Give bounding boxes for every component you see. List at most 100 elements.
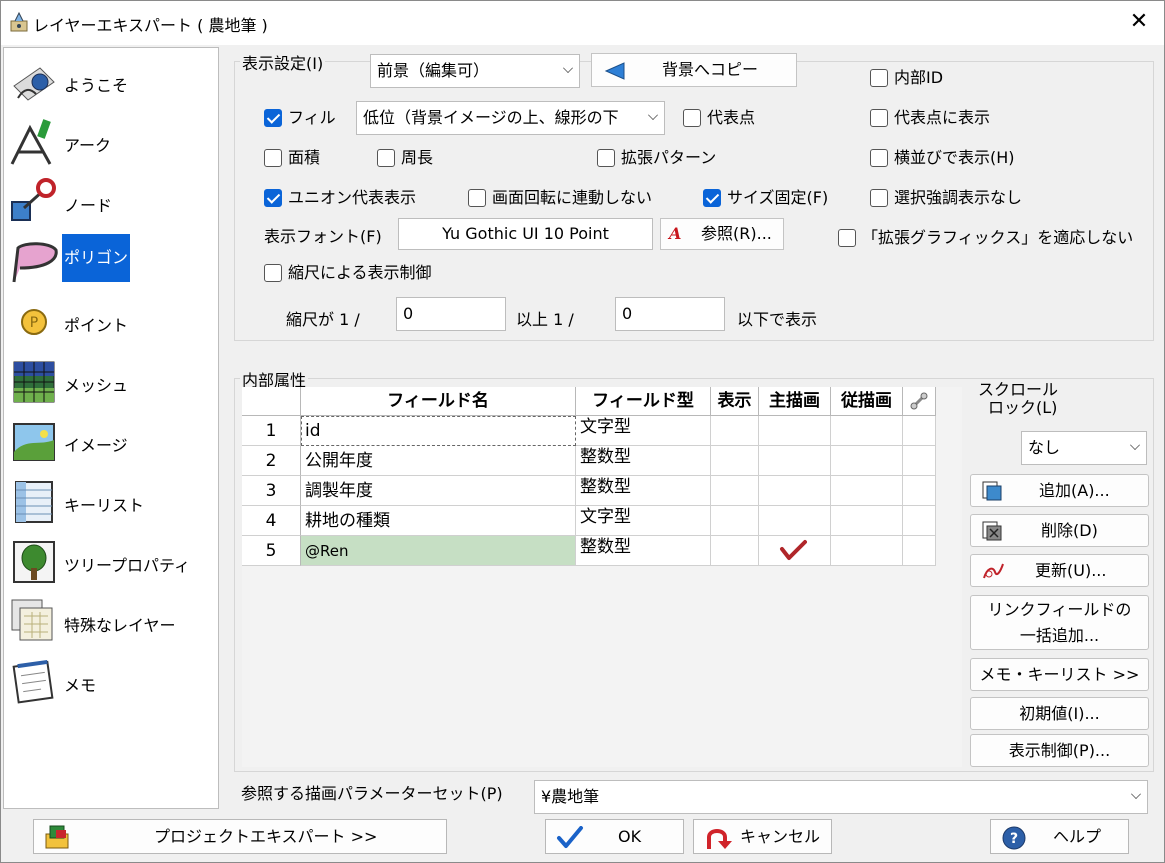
sidebar-item-arc[interactable]: アーク [4, 114, 218, 170]
fill-checkbox[interactable]: フィル [264, 107, 336, 129]
no-ext-graphics-checkbox[interactable]: 「拡張グラフィックス」を適応しない [838, 227, 1133, 249]
table-cell-name[interactable]: @Ren [301, 536, 576, 566]
horizontal-checkbox[interactable]: 横並びで表示(H) [870, 147, 1015, 169]
column-header-link[interactable] [903, 387, 936, 416]
cancel-button[interactable]: キャンセル [693, 819, 832, 854]
sidebar-item-mesh[interactable]: メッシュ [4, 354, 218, 410]
column-header-type[interactable]: フィールド型 [576, 387, 711, 416]
sidebar-item-welcome[interactable]: ようこそ [4, 54, 218, 110]
table-cell-display[interactable] [711, 446, 759, 476]
table-cell-link[interactable] [903, 476, 936, 506]
no-highlight-checkbox[interactable]: 選択強調表示なし [870, 187, 1022, 209]
table-cell-main-draw[interactable] [759, 506, 831, 536]
table-cell-sub-draw[interactable] [831, 416, 903, 446]
sidebar-item-tree[interactable]: ツリープロパティ [4, 534, 218, 590]
column-header-sub-draw[interactable]: 従描画 [831, 387, 903, 416]
table-cell-type[interactable]: 整数型 [576, 446, 711, 476]
delete-field-button[interactable]: 削除(D) [970, 514, 1149, 547]
internal-id-checkbox[interactable]: 内部ID [870, 67, 943, 89]
table-cell-sub-draw[interactable] [831, 476, 903, 506]
param-set-label: 参照する描画パラメーターセット(P) [241, 784, 503, 803]
ok-button[interactable]: OK [545, 819, 684, 854]
font-field[interactable]: Yu Gothic UI 10 Point [398, 218, 653, 250]
sidebar-item-polygon[interactable]: ポリゴン [4, 234, 218, 290]
help-button[interactable]: ? ヘルプ [990, 819, 1129, 854]
sidebar-item-memo[interactable]: メモ [4, 654, 218, 710]
table-cell-name[interactable]: id [301, 416, 576, 446]
ext-pattern-checkbox[interactable]: 拡張パターン [597, 147, 716, 169]
table-cell-main-draw[interactable] [759, 416, 831, 446]
table-cell-display[interactable] [711, 536, 759, 566]
window-title: レイヤーエキスパート ( 農地筆 ) [33, 16, 268, 35]
layer-select[interactable]: 前景（編集可） [370, 54, 580, 88]
browse-font-button[interactable]: A 参照(R)... [660, 218, 784, 250]
sidebar-item-label: 特殊なレイヤー [64, 616, 176, 635]
union-rep-label: ユニオン代表表示 [288, 188, 417, 207]
link-fields-label-2: 一括追加... [1019, 626, 1100, 645]
table-cell-main-draw[interactable] [759, 476, 831, 506]
table-cell-name[interactable]: 公開年度 [301, 446, 576, 476]
table-cell-type[interactable]: 文字型 [576, 416, 711, 446]
attribute-grid[interactable]: フィールド名 フィールド型 表示 主描画 従描画 1 id 文字型 2 公開年度… [242, 387, 962, 767]
horizontal-label: 横並びで表示(H) [894, 148, 1015, 167]
sidebar-item-special-layer[interactable]: 特殊なレイヤー [4, 594, 218, 650]
union-rep-checkbox[interactable]: ユニオン代表表示 [264, 187, 416, 209]
table-cell-sub-draw[interactable] [831, 536, 903, 566]
sidebar-item-point[interactable]: P ポイント [4, 294, 218, 350]
table-cell-link[interactable] [903, 446, 936, 476]
close-icon[interactable]: ✕ [1128, 9, 1150, 35]
rep-point-checkbox[interactable]: 代表点 [683, 107, 755, 129]
update-field-button[interactable]: 更新(U)... [970, 554, 1149, 587]
table-cell-name[interactable]: 耕地の種類 [301, 506, 576, 536]
link-fields-button[interactable]: リンクフィールドの 一括追加... [970, 595, 1149, 650]
table-cell-main-draw[interactable] [759, 536, 831, 566]
copy-to-background-button[interactable]: 背景へコピー [591, 53, 797, 87]
table-cell-display[interactable] [711, 416, 759, 446]
sidebar-item-label: ノード [64, 196, 113, 215]
table-cell-type[interactable]: 整数型 [576, 476, 711, 506]
table-cell-type[interactable]: 文字型 [576, 506, 711, 536]
table-cell-sub-draw[interactable] [831, 446, 903, 476]
column-header-name[interactable]: フィールド名 [301, 387, 576, 416]
column-header-display[interactable]: 表示 [711, 387, 759, 416]
row-number: 4 [242, 506, 301, 536]
table-cell-main-draw[interactable] [759, 446, 831, 476]
table-cell-link[interactable] [903, 506, 936, 536]
scale-control-checkbox[interactable]: 縮尺による表示制御 [264, 262, 432, 284]
table-cell-type[interactable]: 整数型 [576, 536, 711, 566]
add-field-button[interactable]: 追加(A)... [970, 474, 1149, 507]
mesh-icon [13, 361, 55, 403]
scale-min-field[interactable]: 0 [396, 297, 506, 331]
no-ext-graphics-label: 「拡張グラフィックス」を適応しない [862, 228, 1134, 247]
display-control-button[interactable]: 表示制御(P)... [970, 734, 1149, 767]
update-field-label: 更新(U)... [1035, 561, 1107, 580]
scale-max-field[interactable]: 0 [615, 297, 725, 331]
perimeter-label: 周長 [401, 148, 434, 167]
sidebar-item-image[interactable]: イメージ [4, 414, 218, 470]
area-checkbox[interactable]: 面積 [264, 147, 320, 169]
project-expert-button[interactable]: プロジェクトエキスパート >> [33, 819, 447, 854]
welcome-icon [13, 67, 55, 101]
fill-order-select[interactable]: 低位（背景イメージの上、線形の下 [356, 101, 665, 135]
perimeter-checkbox[interactable]: 周長 [377, 147, 433, 169]
show-at-rep-checkbox[interactable]: 代表点に表示 [870, 107, 990, 129]
param-set-select[interactable]: ¥農地筆 [534, 780, 1148, 814]
sidebar-item-node[interactable]: ノード [4, 174, 218, 230]
initial-value-button[interactable]: 初期値(I)... [970, 697, 1149, 730]
table-cell-link[interactable] [903, 536, 936, 566]
size-fixed-checkbox[interactable]: サイズ固定(F) [703, 187, 828, 209]
table-cell-link[interactable] [903, 416, 936, 446]
memo-keylist-button[interactable]: メモ・キーリスト >> [970, 658, 1149, 691]
no-rotate-checkbox[interactable]: 画面回転に連動しない [468, 187, 652, 209]
table-cell-display[interactable] [711, 506, 759, 536]
column-header-main-draw[interactable]: 主描画 [759, 387, 831, 416]
show-at-rep-label: 代表点に表示 [894, 108, 991, 127]
table-cell-display[interactable] [711, 476, 759, 506]
fill-order-value: 低位（背景イメージの上、線形の下 [363, 108, 619, 127]
table-cell-sub-draw[interactable] [831, 506, 903, 536]
scroll-lock-select[interactable]: なし [1021, 431, 1147, 465]
sidebar-item-keylist[interactable]: キーリスト [4, 474, 218, 530]
table-cell-name[interactable]: 調製年度 [301, 476, 576, 506]
internal-id-label: 内部ID [894, 68, 944, 87]
row-number: 3 [242, 476, 301, 506]
